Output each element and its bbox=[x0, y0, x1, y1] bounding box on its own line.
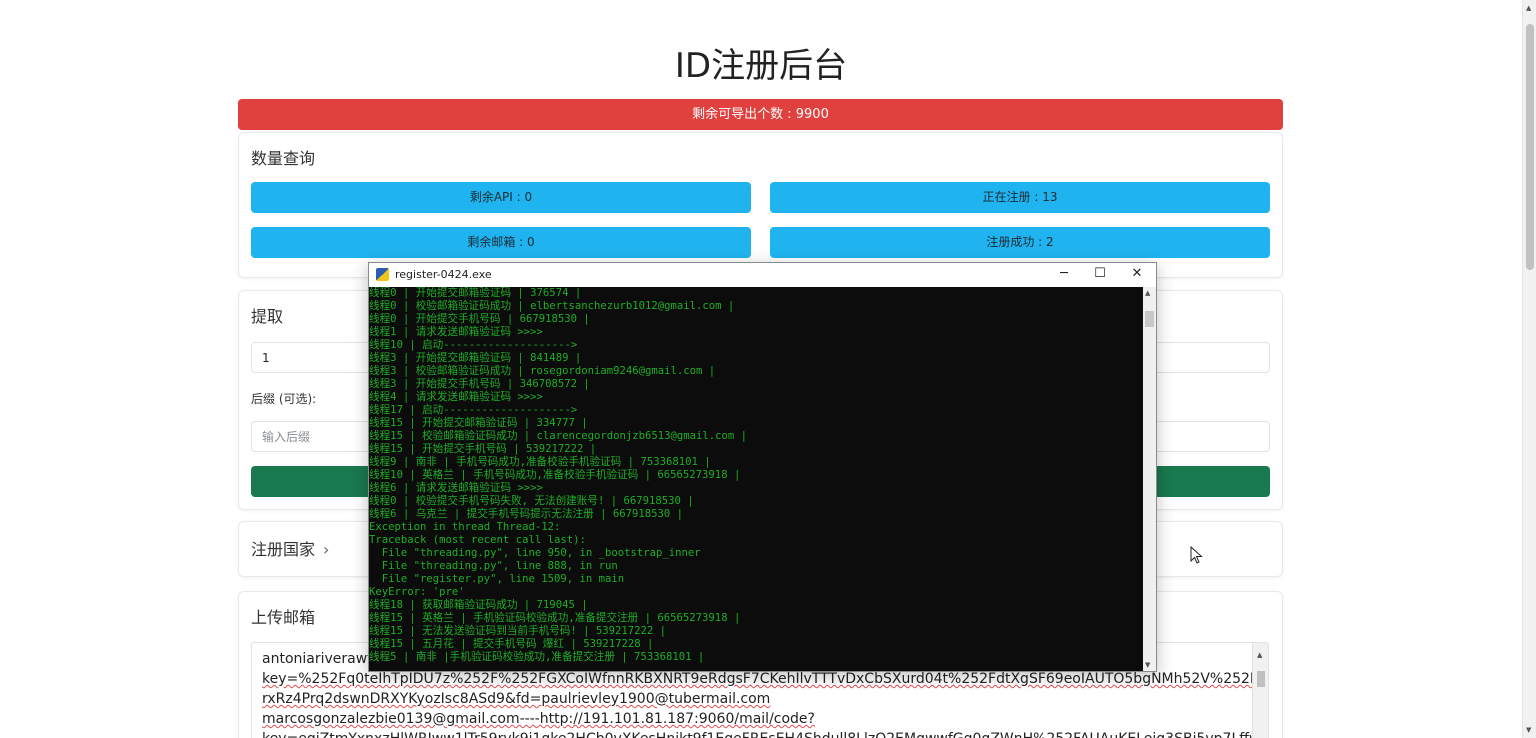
console-titlebar[interactable]: register-0424.exe ─ ☐ ✕ bbox=[369, 263, 1156, 287]
console-scrollbar[interactable]: ▲ ▼ bbox=[1143, 287, 1156, 671]
remain-api-button[interactable]: 剩余API : 0 bbox=[251, 182, 751, 213]
console-line: 线程1 | 请求发送邮箱验证码 >>>> bbox=[369, 326, 543, 338]
console-line: File "threading.py", line 888, in run bbox=[369, 560, 618, 572]
remain-export-banner: 剩余可导出个数 : 9900 bbox=[238, 99, 1283, 130]
textarea-line: marcosgonzalezbie0139@gmail.com----http:… bbox=[262, 711, 815, 727]
quantity-title: 数量查询 bbox=[251, 149, 316, 168]
console-line: 线程3 | 开始提交手机号码 | 346708572 | bbox=[369, 378, 590, 390]
console-line: 线程4 | 请求发送邮箱验证码 >>>> bbox=[369, 391, 543, 403]
console-line: 线程3 | 开始提交邮箱验证码 | 841489 | bbox=[369, 352, 582, 364]
page-scrollbar[interactable]: ▲ ▼ bbox=[1522, 0, 1536, 738]
textarea-line: key=egiZtmYxnxzHlWRJww1lTr59ryk9j1gke2HC… bbox=[262, 729, 1268, 738]
console-line: 线程15 | 无法发送验证码到当前手机号码! | 539217222 | bbox=[369, 625, 667, 637]
scroll-down-icon[interactable]: ▼ bbox=[1526, 726, 1531, 734]
quantity-card: 数量查询 剩余API : 0 正在注册 : 13 剩余邮箱 : 0 注册成功 :… bbox=[238, 132, 1283, 278]
console-title: register-0424.exe bbox=[395, 268, 492, 281]
console-line: Exception in thread Thread-12: bbox=[369, 521, 561, 533]
console-line: 线程15 | 英格兰 | 手机验证码校验成功,准备提交注册 | 66565273… bbox=[369, 612, 741, 624]
console-output: 线程0 | 开始提交邮箱验证码 | 376574 | 线程0 | 校验邮箱验证码成… bbox=[369, 287, 1143, 671]
extract-title: 提取 bbox=[251, 307, 284, 326]
console-line: 线程0 | 开始提交邮箱验证码 | 376574 | bbox=[369, 287, 582, 299]
page-scroll-thumb[interactable] bbox=[1526, 24, 1534, 270]
console-line: 线程10 | 英格兰 | 手机号码成功,准备校验手机验证码 | 66565273… bbox=[369, 469, 741, 481]
scroll-thumb[interactable] bbox=[1257, 671, 1265, 687]
country-title-text: 注册国家 bbox=[251, 540, 316, 559]
scroll-down-icon[interactable]: ▼ bbox=[1145, 661, 1150, 669]
textarea-scrollbar[interactable]: ▲ bbox=[1252, 643, 1268, 738]
console-line: 线程10 | 启动--------------------> bbox=[369, 339, 578, 351]
console-line: KeyError: 'pre' bbox=[369, 586, 465, 598]
console-line: 线程0 | 校验邮箱验证码成功 | elbertsanchezurb1012@g… bbox=[369, 300, 735, 312]
minimize-icon[interactable]: ─ bbox=[1046, 263, 1082, 287]
console-line: 线程6 | 请求发送邮箱验证码 >>>> bbox=[369, 482, 543, 494]
console-line: 线程0 | 校验提交手机号码失败, 无法创建账号! | 667918530 | bbox=[369, 495, 694, 507]
console-line: File "threading.py", line 950, in _boots… bbox=[369, 547, 701, 559]
textarea-line: key=%252Fq0teIhTpIDU7z%252F%252FGXCoIWfn… bbox=[262, 671, 1268, 687]
chevron-right-icon: › bbox=[323, 540, 330, 559]
app-icon bbox=[376, 268, 389, 281]
console-line: 线程15 | 开始提交邮箱验证码 | 334777 | bbox=[369, 417, 588, 429]
registering-button[interactable]: 正在注册 : 13 bbox=[770, 182, 1270, 213]
console-line: 线程3 | 校验邮箱验证码成功 | rosegordoniam9246@gmai… bbox=[369, 365, 716, 377]
console-line: 线程6 | 乌克兰 | 提交手机号码提示无法注册 | 667918530 | bbox=[369, 508, 684, 520]
maximize-icon[interactable]: ☐ bbox=[1082, 263, 1118, 287]
console-line: Traceback (most recent call last): bbox=[369, 534, 586, 546]
console-line: 线程15 | 开始提交手机号码 | 539217222 | bbox=[369, 443, 597, 455]
console-line: 线程15 | 校验邮箱验证码成功 | clarencegordonjzb6513… bbox=[369, 430, 748, 442]
suffix-label: 后缀 (可选): bbox=[251, 392, 317, 406]
console-line: 线程9 | 南非 | 手机号码成功,准备校验手机验证码 | 753368101 … bbox=[369, 456, 711, 468]
console-scroll-thumb[interactable] bbox=[1145, 311, 1154, 327]
scroll-up-icon[interactable]: ▲ bbox=[1257, 645, 1262, 665]
scroll-up-icon[interactable]: ▲ bbox=[1526, 4, 1531, 12]
register-success-button[interactable]: 注册成功 : 2 bbox=[770, 227, 1270, 258]
console-line: 线程15 | 五月花 | 提交手机号码 爆红 | 539217228 | bbox=[369, 638, 654, 650]
remain-email-button[interactable]: 剩余邮箱 : 0 bbox=[251, 227, 751, 258]
console-line: File "register.py", line 1509, in main bbox=[369, 573, 625, 585]
console-line: 线程5 | 南非 |手机验证码校验成功,准备提交注册 | 753368101 | bbox=[369, 651, 705, 663]
mouse-cursor-icon bbox=[1190, 546, 1203, 564]
console-line: 线程0 | 开始提交手机号码 | 667918530 | bbox=[369, 313, 590, 325]
console-line: 线程18 | 获取邮箱验证码成功 | 719045 | bbox=[369, 599, 588, 611]
country-title: 注册国家 › bbox=[251, 536, 329, 560]
console-line: 线程17 | 启动--------------------> bbox=[369, 404, 578, 416]
scroll-up-icon[interactable]: ▲ bbox=[1145, 289, 1150, 297]
upload-title: 上传邮箱 bbox=[251, 608, 316, 627]
page-title: ID注册后台 bbox=[674, 46, 848, 86]
console-window[interactable]: register-0424.exe ─ ☐ ✕ 线程0 | 开始提交邮箱验证码 … bbox=[368, 262, 1157, 672]
close-icon[interactable]: ✕ bbox=[1119, 263, 1155, 287]
textarea-line: rxRz4Prq2dswnDRXYKyozIsc8ASd9&fd=paulrie… bbox=[262, 691, 771, 707]
